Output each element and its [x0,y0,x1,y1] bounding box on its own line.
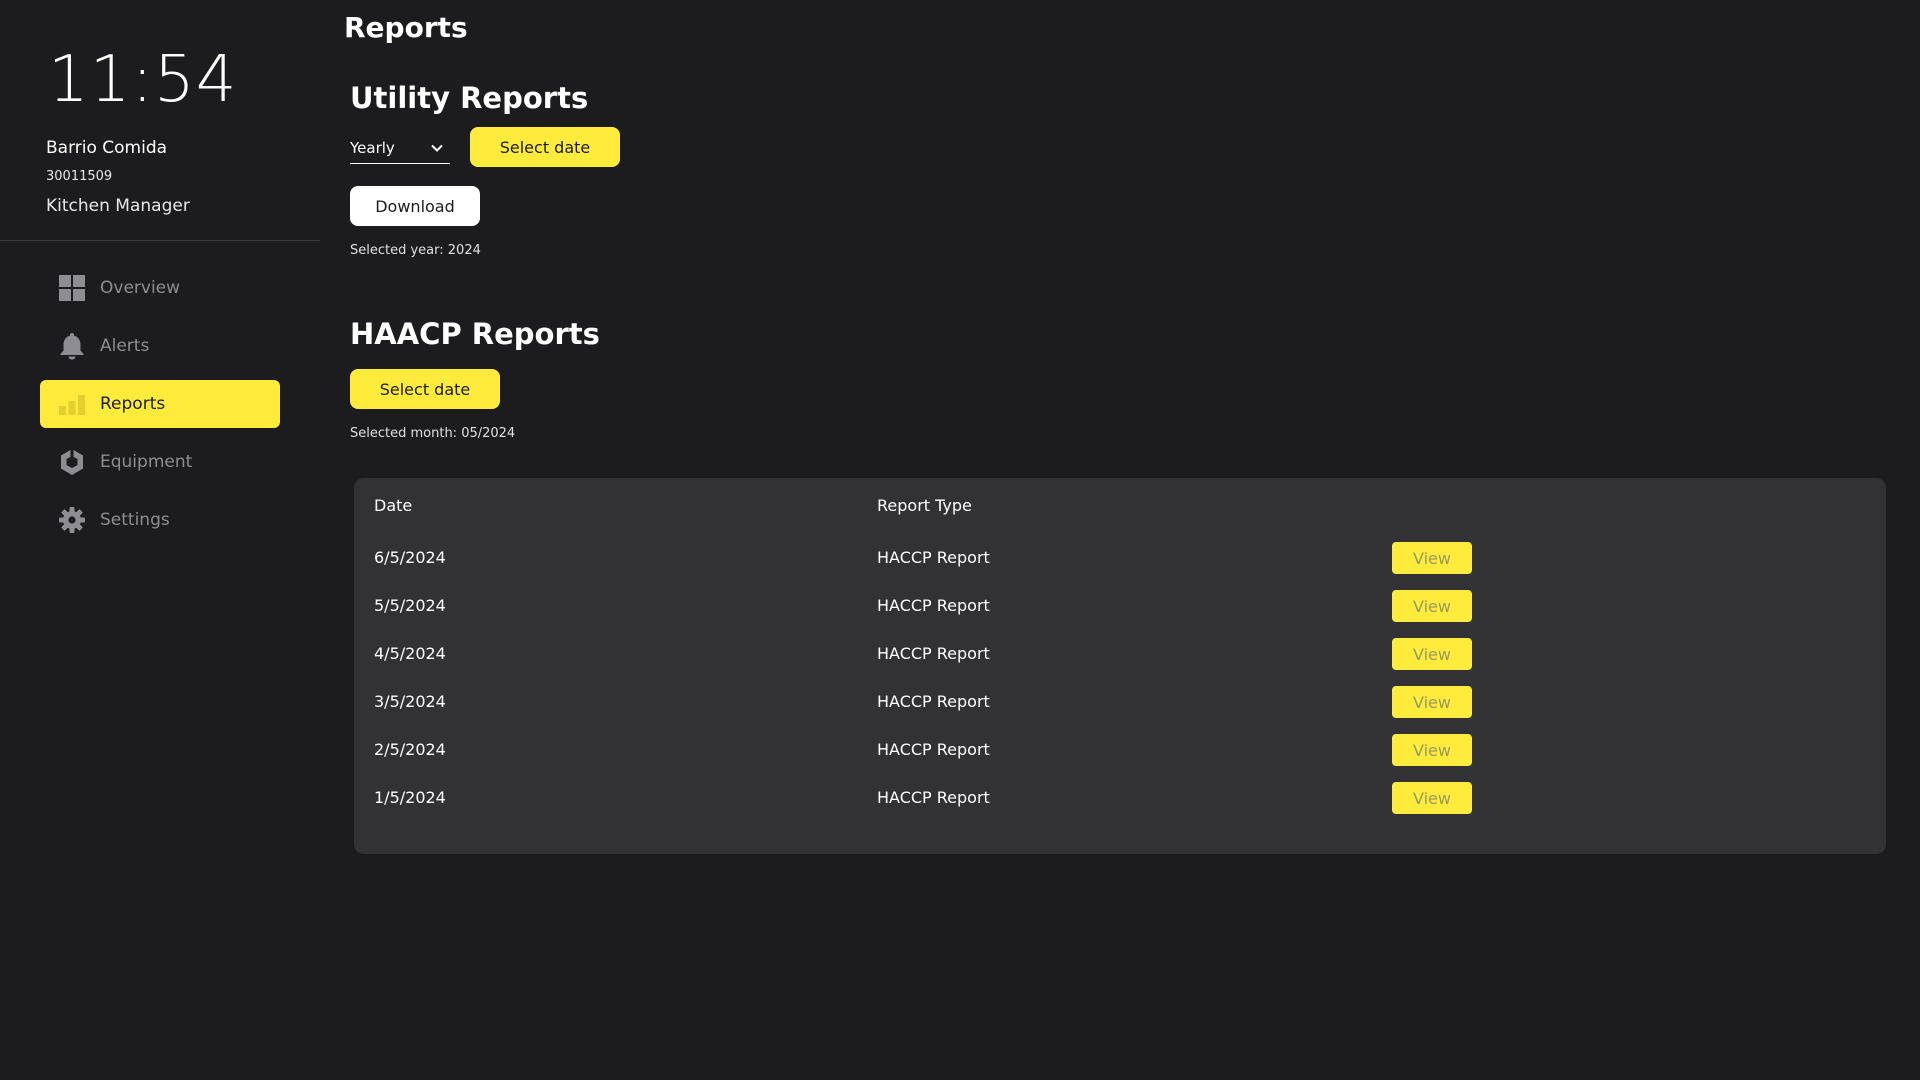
table-row: 5/5/2024 HACCP Report View [354,586,1886,626]
bar-chart-icon [58,390,86,418]
sidebar-item-label: Settings [100,510,170,530]
table-header-report-type: Report Type [877,496,972,515]
row-report-type: HACCP Report [877,788,990,807]
sidebar-item-label: Equipment [100,452,193,472]
period-select[interactable]: Yearly [350,132,450,164]
row-date: 1/5/2024 [374,788,446,807]
table-row: 4/5/2024 HACCP Report View [354,634,1886,674]
page-title: Reports [344,11,468,44]
table-row: 1/5/2024 HACCP Report View [354,778,1886,818]
app-root: 11:54 Barrio Comida 30011509 Kitchen Man… [0,0,1920,1080]
user-name: Barrio Comida [46,138,168,158]
row-report-type: HACCP Report [877,596,990,615]
haacp-reports-title: HAACP Reports [350,317,600,351]
haacp-selected-note: Selected month: 05/2024 [350,426,516,441]
chevron-down-icon [430,138,444,157]
view-report-button[interactable]: View [1392,734,1472,766]
sidebar-item-label: Overview [100,278,181,298]
view-report-button[interactable]: View [1392,686,1472,718]
sidebar-divider [0,240,320,241]
row-report-type: HACCP Report [877,692,990,711]
reports-table: Date Report Type 6/5/2024 HACCP Report V… [354,478,1886,854]
sidebar-item-label: Reports [100,394,166,414]
sidebar-item-label: Alerts [100,336,150,356]
utility-selected-note: Selected year: 2024 [350,243,481,258]
utility-select-date-button[interactable]: Select date [470,127,620,167]
user-role: Kitchen Manager [46,196,190,216]
utility-reports-title: Utility Reports [350,81,589,115]
main-content: Reports Utility Reports Yearly Select da… [344,0,1900,1080]
period-select-value: Yearly [350,138,395,157]
row-date: 2/5/2024 [374,740,446,759]
sidebar-item-equipment[interactable]: Equipment [40,438,280,486]
table-row: 2/5/2024 HACCP Report View [354,730,1886,770]
row-report-type: HACCP Report [877,740,990,759]
hexagon-icon [58,448,86,476]
clock: 11:54 [48,43,238,117]
sidebar: 11:54 Barrio Comida 30011509 Kitchen Man… [0,0,320,1080]
row-date: 4/5/2024 [374,644,446,663]
gear-icon [58,506,86,534]
row-date: 3/5/2024 [374,692,446,711]
sidebar-item-reports[interactable]: Reports [40,380,280,428]
haacp-select-date-button[interactable]: Select date [350,369,500,409]
view-report-button[interactable]: View [1392,542,1472,574]
row-date: 5/5/2024 [374,596,446,615]
view-report-button[interactable]: View [1392,590,1472,622]
sidebar-item-alerts[interactable]: Alerts [40,322,280,370]
table-header-date: Date [374,496,413,515]
sidebar-item-overview[interactable]: Overview [40,264,280,312]
view-report-button[interactable]: View [1392,638,1472,670]
sidebar-nav: Overview Alerts Reports Equipment Settin… [40,264,280,554]
download-button[interactable]: Download [350,186,480,226]
table-row: 3/5/2024 HACCP Report View [354,682,1886,722]
user-id: 30011509 [46,169,113,184]
table-row: 6/5/2024 HACCP Report View [354,538,1886,578]
row-report-type: HACCP Report [877,548,990,567]
view-report-button[interactable]: View [1392,782,1472,814]
row-date: 6/5/2024 [374,548,446,567]
sidebar-item-settings[interactable]: Settings [40,496,280,544]
row-report-type: HACCP Report [877,644,990,663]
grid-icon [58,274,86,302]
bell-icon [58,332,86,360]
